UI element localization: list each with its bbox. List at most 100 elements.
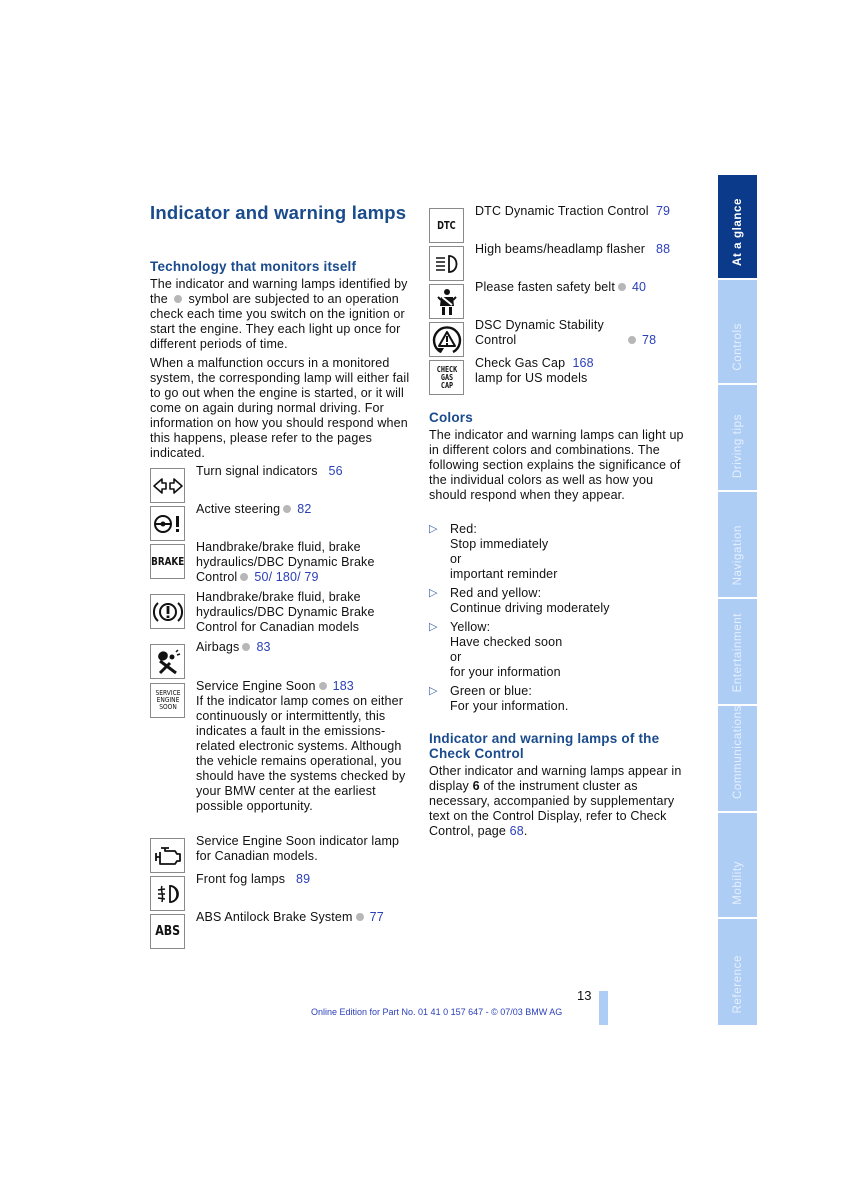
safety-belt-icon <box>429 284 464 319</box>
lamp-label: Check Gas Cap <box>475 356 566 370</box>
side-tab-driving-tips[interactable]: Driving tips <box>718 385 757 490</box>
brake-icon: BRAKE <box>150 544 185 579</box>
lamp-suffix: lamp for US models <box>475 371 588 385</box>
lamp-text: Check Gas Cap 168 lamp for US models <box>475 356 695 386</box>
lamp-entry-high-beam: High beams/headlamp flasher 88 <box>429 242 670 281</box>
lamp-entry-active-steering: Active steering 82 <box>150 502 311 541</box>
side-tab-navigation[interactable]: Navigation <box>718 492 757 597</box>
lamp-entry-service-engine-soon: SERVICE ENGINE SOON Service Engine Soon 1… <box>150 679 405 813</box>
side-tab-entertainment[interactable]: Entertainment <box>718 599 757 704</box>
triangle-bullet-icon: ▷ <box>429 587 438 599</box>
lamp-label: Front fog lamps <box>196 872 286 886</box>
lamp-label: High beams/headlamp flasher <box>475 242 646 256</box>
color-item-yellow: ▷ Yellow: Have checked soon or for your … <box>429 620 689 680</box>
page-link[interactable]: 68 <box>510 824 524 838</box>
side-tab-communications[interactable]: Communications <box>718 705 757 811</box>
lamp-text: Turn signal indicators 56 <box>196 464 416 479</box>
side-tab-label: Reference <box>731 954 744 1013</box>
section-heading-colors: Colors <box>429 410 473 425</box>
side-tab-label: Entertainment <box>731 612 744 692</box>
section-heading-check-control: Indicator and warning lamps of the Check… <box>429 731 660 761</box>
page-marker-bar <box>599 991 608 1025</box>
display-number: 6 <box>472 779 480 793</box>
page-link[interactable]: 77 <box>370 910 384 924</box>
lamp-label: Service Engine Soon <box>196 679 316 693</box>
page-link[interactable]: 168 <box>572 356 593 370</box>
page-link[interactable]: 56 <box>329 464 343 478</box>
lamp-entry-turn-signal: Turn signal indicators 56 <box>150 464 343 503</box>
lamp-label: Turn signal indicators <box>196 464 318 478</box>
lamp-entry-engine-canada: Service Engine Soon indicator lamp for C… <box>150 834 399 873</box>
high-beam-icon <box>429 246 464 281</box>
color-name: Green or blue: <box>450 684 533 698</box>
lamp-text: Airbags 83 <box>196 640 416 655</box>
lamp-text: DSC Dynamic Stability Control 78 <box>475 318 695 348</box>
side-tab-controls[interactable]: Controls <box>718 280 757 383</box>
color-meaning: For your information. <box>450 699 569 713</box>
colors-list: ▷ Red: Stop immediately or important rem… <box>429 522 689 718</box>
side-tab-mobility[interactable]: Mobility <box>718 813 757 917</box>
lamp-text: Front fog lamps 89 <box>196 872 416 887</box>
service-engine-soon-icon: SERVICE ENGINE SOON <box>150 683 185 718</box>
page-link[interactable]: 50/ 180/ 79 <box>254 570 318 584</box>
page-link[interactable]: 78 <box>642 333 656 347</box>
intro-paragraph: The indicator and warning lamps identifi… <box>150 277 412 352</box>
operation-check-dot-icon <box>240 573 249 581</box>
lamp-text: Handbrake/brake fluid, brake hydraulics/… <box>196 540 416 585</box>
dsc-icon <box>429 322 464 357</box>
lamp-label: DTC Dynamic Traction Control <box>475 204 649 218</box>
page-link[interactable]: 79 <box>656 204 670 218</box>
side-tab-label: Driving tips <box>731 413 744 478</box>
side-tab-at-a-glance[interactable]: At a glance <box>718 175 757 278</box>
side-tab-reference[interactable]: Reference <box>718 919 757 1025</box>
dtc-icon: DTC <box>429 208 464 243</box>
lamp-label: Please fasten safety belt <box>475 280 615 294</box>
check-gas-cap-icon: CHECK GAS CAP <box>429 360 464 395</box>
lamp-entry-brake-canada: Handbrake/brake fluid, brake hydraulics/… <box>150 590 374 634</box>
lamp-text: ABS Antilock Brake System 77 <box>196 910 416 925</box>
lamp-entry-airbag: Airbags 83 <box>150 640 271 679</box>
color-meaning: for your information <box>450 665 561 679</box>
page-link[interactable]: 40 <box>632 280 646 294</box>
color-item-green-blue: ▷ Green or blue: For your information. <box>429 684 689 714</box>
lamp-description: If the indicator lamp comes on either co… <box>196 694 406 813</box>
lamp-text: High beams/headlamp flasher 88 <box>475 242 695 257</box>
lamp-text: Service Engine Soon 183 If the indicator l… <box>196 679 416 814</box>
lamp-text: Service Engine Soon indicator lamp for C… <box>196 834 400 863</box>
page-link[interactable]: 82 <box>297 502 311 516</box>
engine-icon <box>150 838 185 873</box>
page-link[interactable]: 183 <box>333 679 354 693</box>
color-or: or <box>450 650 462 664</box>
abs-icon-text: ABS <box>155 924 180 939</box>
page-link[interactable]: 83 <box>256 640 270 654</box>
intro-text-end: symbol are subjected to an operation che… <box>150 292 405 351</box>
operation-check-dot-icon <box>355 913 364 921</box>
lamp-text: Active steering 82 <box>196 502 416 517</box>
lamp-label: DSC Dynamic Stability Control <box>475 318 604 347</box>
turn-signal-icon <box>150 468 185 503</box>
check-gas-cap-icon-text: CHECK GAS CAP <box>436 364 457 390</box>
lamp-entry-front-fog: Front fog lamps 89 <box>150 872 310 911</box>
lamp-entry-dtc: DTC DTC Dynamic Traction Control 79 <box>429 204 670 243</box>
page-link[interactable]: 88 <box>656 242 670 256</box>
color-meaning: Continue driving moderately <box>450 601 610 615</box>
side-tab-label: Mobility <box>731 861 744 905</box>
lamp-entry-check-gas-cap: CHECK GAS CAP Check Gas Cap 168 lamp for … <box>429 356 594 395</box>
page-number: 13 <box>577 988 592 1003</box>
check-control-paragraph: Other indicator and warning lamps appear… <box>429 764 691 839</box>
airbag-icon <box>150 644 185 679</box>
abs-icon: ABS <box>150 914 185 949</box>
color-item-red: ▷ Red: Stop immediately or important rem… <box>429 522 689 582</box>
section-heading-technology: Technology that monitors itself <box>150 259 357 274</box>
color-name: Yellow: <box>450 620 491 634</box>
page-link[interactable]: 89 <box>296 872 310 886</box>
brake-canada-icon <box>150 594 185 629</box>
color-meaning: important reminder <box>450 567 558 581</box>
lamp-label: Active steering <box>196 502 281 516</box>
colors-intro: The indicator and warning lamps can ligh… <box>429 428 684 502</box>
dtc-icon-text: DTC <box>437 219 456 232</box>
lamp-entry-safety-belt: Please fasten safety belt 40 <box>429 280 646 319</box>
lamp-entry-abs: ABS ABS Antilock Brake System 77 <box>150 910 384 949</box>
lamp-label: ABS Antilock Brake System <box>196 910 353 924</box>
front-fog-lamp-icon <box>150 876 185 911</box>
